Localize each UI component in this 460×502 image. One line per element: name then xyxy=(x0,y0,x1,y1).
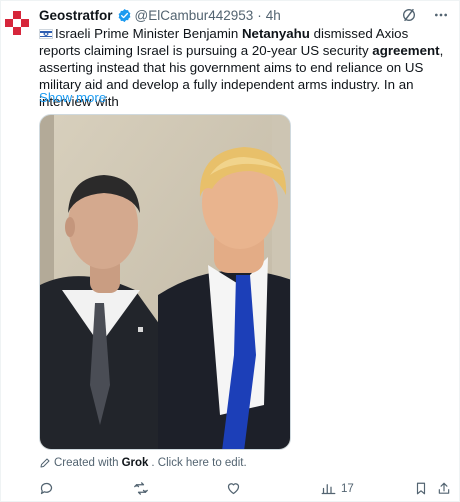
tweet-timestamp[interactable]: 4h xyxy=(266,8,281,23)
bookmark-icon xyxy=(416,482,426,495)
tweet-card[interactable]: Geostratfor @ElCambur442953 · 4h Israeli… xyxy=(0,0,460,502)
israel-flag-icon xyxy=(39,29,53,39)
photo-two-men-suits-icon xyxy=(40,115,290,449)
author-display-name[interactable]: Geostratfor xyxy=(39,8,113,23)
verified-badge-icon xyxy=(117,8,132,23)
credit-prefix: Created with xyxy=(54,457,119,469)
show-more-link[interactable]: Show more xyxy=(39,90,106,105)
tweet-media-image[interactable] xyxy=(39,114,291,450)
avatar[interactable] xyxy=(5,11,29,35)
credit-brand: Grok xyxy=(121,457,149,469)
share-button[interactable] xyxy=(437,481,451,496)
tweet-top-icons xyxy=(401,7,449,23)
share-icon xyxy=(438,482,450,494)
reply-button[interactable] xyxy=(39,481,59,496)
repost-icon xyxy=(134,482,148,495)
tweet-text-part: Israeli Prime Minister Benjamin xyxy=(55,26,242,41)
views-chart-icon xyxy=(321,484,336,495)
author-handle[interactable]: @ElCambur442953 xyxy=(135,8,254,23)
repost-button[interactable] xyxy=(133,481,154,496)
more-options-icon[interactable] xyxy=(433,7,449,23)
views-button[interactable]: 17 xyxy=(321,481,354,496)
bookmark-button[interactable] xyxy=(414,481,428,496)
heart-icon xyxy=(227,483,240,495)
credit-suffix: . Click here to edit. xyxy=(151,457,247,469)
reply-icon xyxy=(40,482,53,495)
separator-dot: · xyxy=(257,7,262,23)
like-button[interactable] xyxy=(226,481,246,496)
tweet-text-bold: Netanyahu xyxy=(241,26,310,41)
views-count: 17 xyxy=(341,482,354,495)
media-credit[interactable]: Created with Grok. Click here to edit. xyxy=(39,457,247,469)
tweet-action-bar: 17 xyxy=(39,481,451,497)
pencil-icon xyxy=(40,458,50,468)
tweet-text-bold: agreement xyxy=(372,43,440,58)
red-cross-logo-icon xyxy=(5,11,29,35)
tweet-header: Geostratfor @ElCambur442953 · 4h xyxy=(39,6,281,24)
grok-slash-icon[interactable] xyxy=(401,7,417,23)
